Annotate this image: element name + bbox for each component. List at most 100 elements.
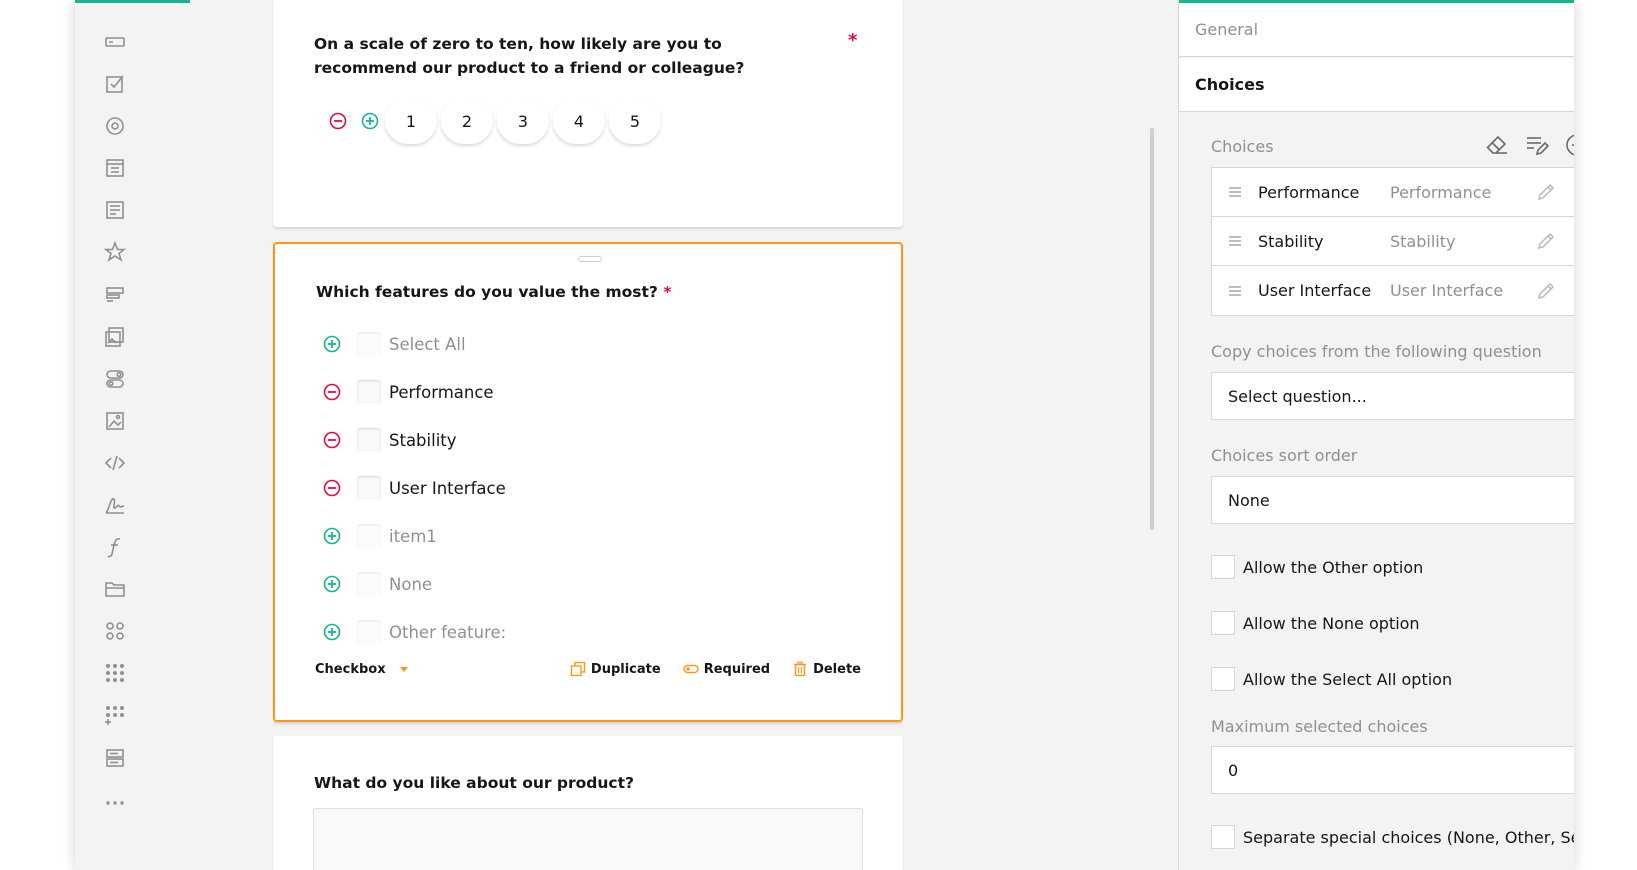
choice-label[interactable]: item1 (389, 527, 437, 546)
question-card-comment[interactable]: What do you like about our product? (273, 736, 903, 870)
allow-other-option[interactable]: Allow the Other option (1211, 554, 1423, 580)
max-selected-input[interactable]: 0 (1211, 746, 1574, 794)
choices-table-row[interactable]: Stability Stability (1212, 217, 1574, 266)
pencil-icon[interactable] (1526, 280, 1566, 302)
question-card-checkbox[interactable]: Which features do you value the most? * … (273, 242, 903, 722)
question-title[interactable]: What do you like about our product? (314, 771, 634, 795)
rate-item-1[interactable]: 1 (385, 98, 437, 144)
category-general[interactable]: General (1179, 3, 1574, 57)
question-type-label[interactable]: Checkbox (315, 662, 386, 677)
remove-choice-icon[interactable] (323, 431, 341, 449)
edit-list-icon[interactable] (1524, 132, 1550, 158)
choices-table-row[interactable]: User Interface User Interface (1212, 266, 1574, 315)
question-card-rating[interactable]: On a scale of zero to ten, how likely ar… (273, 0, 903, 227)
checkbox[interactable] (357, 476, 381, 500)
checkbox[interactable] (357, 572, 381, 596)
rating-star-icon[interactable] (100, 237, 130, 267)
choice-text[interactable]: Performance (1390, 183, 1526, 202)
question-type-selector[interactable]: Checkbox (315, 662, 408, 677)
allow-other-label[interactable]: Allow the Other option (1243, 558, 1423, 577)
drag-handle[interactable] (578, 256, 602, 262)
remove-choice-icon[interactable] (323, 383, 341, 401)
choice-label[interactable]: Select All (389, 335, 466, 354)
choice-value[interactable]: User Interface (1258, 281, 1390, 300)
pencil-icon[interactable] (1526, 230, 1566, 252)
delete-button[interactable]: Delete (792, 661, 861, 677)
boolean-icon[interactable] (100, 364, 130, 394)
choice-none[interactable]: None (323, 564, 432, 604)
question-title[interactable]: On a scale of zero to ten, how likely ar… (314, 32, 804, 80)
choice-value[interactable]: Performance (1258, 183, 1390, 202)
checkbox[interactable] (357, 524, 381, 548)
allow-none-label[interactable]: Allow the None option (1243, 614, 1420, 633)
question-title[interactable]: Which features do you value the most? * (316, 280, 671, 304)
checkbox[interactable] (1211, 555, 1235, 579)
choice-label[interactable]: User Interface (389, 479, 506, 498)
multiple-textboxes-icon[interactable] (100, 658, 130, 688)
choice-label[interactable]: Performance (389, 383, 494, 402)
allow-select-all-option[interactable]: Allow the Select All option (1211, 666, 1452, 692)
checkbox[interactable] (357, 380, 381, 404)
checkbox[interactable] (1211, 825, 1235, 849)
choice-label[interactable]: Other feature: (389, 623, 506, 642)
question-title-text[interactable]: Which features do you value the most? (316, 283, 658, 301)
checkbox[interactable] (1211, 667, 1235, 691)
choice-stability[interactable]: Stability (323, 420, 457, 460)
category-choices[interactable]: Choices (1179, 58, 1574, 112)
choice-select-all[interactable]: Select All (323, 324, 466, 364)
rate-item-2[interactable]: 2 (441, 98, 493, 144)
ranking-icon[interactable] (100, 280, 130, 310)
checkbox[interactable] (357, 428, 381, 452)
trash-icon[interactable] (1566, 280, 1574, 302)
image-icon[interactable] (100, 406, 130, 436)
sort-order-dropdown[interactable]: None (1211, 476, 1574, 524)
choice-user-interface[interactable]: User Interface (323, 468, 506, 508)
trash-icon[interactable] (1566, 181, 1574, 203)
required-label[interactable]: Required (704, 662, 770, 677)
duplicate-label[interactable]: Duplicate (591, 662, 661, 677)
duplicate-button[interactable]: Duplicate (570, 661, 661, 677)
choice-other[interactable]: Other feature: (323, 612, 506, 652)
canvas-scrollbar[interactable] (1150, 128, 1154, 530)
panel-icon[interactable] (100, 743, 130, 773)
choice-text[interactable]: Stability (1390, 232, 1526, 251)
remove-rate-icon[interactable] (329, 112, 347, 130)
choice-value[interactable]: Stability (1258, 232, 1390, 251)
rate-item-3[interactable]: 3 (497, 98, 549, 144)
dropdown-icon[interactable] (100, 153, 130, 183)
copy-choices-value[interactable]: Select question... (1228, 387, 1367, 406)
choice-label[interactable]: Stability (389, 431, 457, 450)
image-picker-icon[interactable] (100, 322, 130, 352)
add-choice-icon[interactable] (323, 575, 341, 593)
comment-textarea[interactable] (313, 808, 863, 870)
add-circle-icon[interactable] (1564, 132, 1574, 158)
add-rate-icon[interactable] (361, 112, 379, 130)
choice-label[interactable]: None (389, 575, 432, 594)
signature-pad-icon[interactable] (100, 490, 130, 520)
checkbox[interactable] (357, 332, 381, 356)
add-choice-icon[interactable] (323, 623, 341, 641)
multi-select-matrix-icon[interactable] (100, 616, 130, 646)
rate-item-5[interactable]: 5 (609, 98, 661, 144)
checkbox[interactable] (357, 620, 381, 644)
file-upload-icon[interactable] (100, 574, 130, 604)
checkbox[interactable] (1211, 611, 1235, 635)
trash-icon[interactable] (1566, 230, 1574, 252)
single-line-input-icon[interactable] (100, 27, 130, 57)
required-toggle[interactable]: Required (682, 661, 770, 677)
separate-special-choices-option[interactable]: Separate special choices (None, Other, S… (1211, 824, 1574, 850)
allow-select-all-label[interactable]: Allow the Select All option (1243, 670, 1452, 689)
delete-label[interactable]: Delete (813, 662, 861, 677)
rate-item-4[interactable]: 4 (553, 98, 605, 144)
choices-table-row[interactable]: Performance Performance (1212, 168, 1574, 217)
remove-choice-icon[interactable] (323, 479, 341, 497)
choice-text[interactable]: User Interface (1390, 281, 1526, 300)
drag-handle-icon[interactable] (1212, 235, 1258, 247)
eraser-icon[interactable] (1484, 132, 1510, 158)
allow-none-option[interactable]: Allow the None option (1211, 610, 1420, 636)
dynamic-matrix-icon[interactable] (100, 700, 130, 730)
sort-order-value[interactable]: None (1228, 491, 1270, 510)
checkbox-icon[interactable] (100, 69, 130, 99)
separate-special-label[interactable]: Separate special choices (None, Other, S… (1243, 828, 1574, 847)
max-selected-value[interactable]: 0 (1228, 761, 1238, 780)
